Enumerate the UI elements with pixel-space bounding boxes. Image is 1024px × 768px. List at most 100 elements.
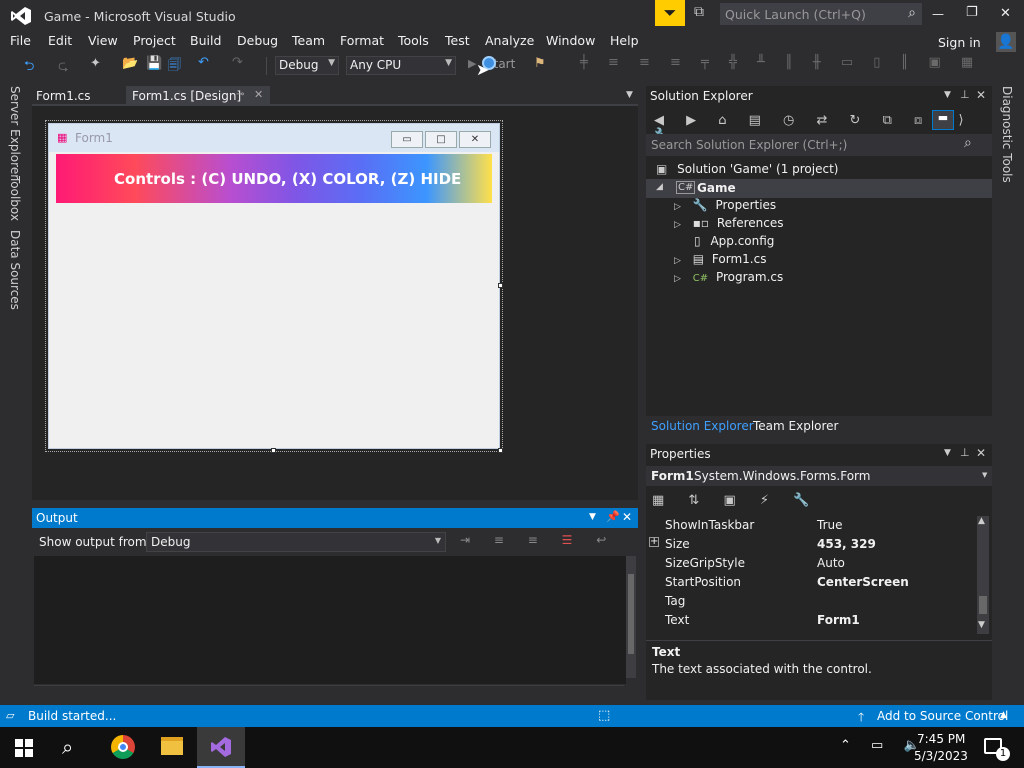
new-project-icon[interactable]: ✦ — [90, 56, 101, 71]
source-control-button[interactable]: Add to Source Control — [877, 709, 1008, 723]
menu-edit[interactable]: Edit — [48, 33, 72, 48]
pin-icon[interactable]: ⊸ — [236, 89, 244, 100]
redo-icon[interactable]: ↷ — [232, 55, 243, 70]
start-button[interactable]: ▶ Start — [464, 56, 524, 75]
controls-banner-label[interactable]: Controls : (C) UNDO, (X) COLOR, (Z) HIDE — [56, 154, 492, 203]
minimize-button[interactable]: — — [932, 7, 944, 21]
property-value[interactable]: Form1 — [817, 613, 860, 627]
menu-help[interactable]: Help — [610, 33, 639, 48]
menu-format[interactable]: Format — [340, 33, 384, 48]
windows-start-icon[interactable] — [15, 739, 33, 757]
taskbar-date[interactable]: 5/3/2023 — [914, 749, 968, 763]
undo-icon[interactable]: ↶ — [198, 55, 209, 70]
output-pin-icon[interactable]: 📌 — [606, 510, 620, 523]
menu-analyze[interactable]: Analyze — [485, 33, 534, 48]
tab-team-explorer[interactable]: Team Explorer — [753, 419, 839, 433]
expand-triangle-icon[interactable]: ▷ — [674, 220, 681, 230]
tree-item-program-cs[interactable]: ▷ C# Program.cs — [674, 270, 783, 284]
output-close-icon[interactable]: ✕ — [622, 510, 632, 524]
scroll-up-icon[interactable]: ▲ — [978, 516, 985, 526]
scrollbar-thumb[interactable] — [628, 574, 634, 654]
expand-triangle-icon[interactable]: ▷ — [674, 256, 681, 266]
panel-pin-icon[interactable]: ⊥ — [960, 88, 970, 101]
project-node-game[interactable]: ◢ C# Game — [646, 179, 992, 198]
tab-solution-explorer[interactable]: Solution Explorer — [651, 419, 754, 433]
menu-test[interactable]: Test — [445, 33, 470, 48]
panel-close-icon[interactable]: ✕ — [976, 446, 986, 460]
sign-in-link[interactable]: Sign in — [938, 35, 981, 50]
form-preview[interactable]: ▦ Form1 ▭ □ ✕ Controls : (C) UNDO, (X) C… — [48, 123, 500, 449]
chevron-up-icon[interactable]: ▲ — [1000, 710, 1007, 720]
resize-handle-right[interactable] — [498, 283, 503, 288]
resize-handle-bottom[interactable] — [271, 448, 276, 453]
data-sources-tab[interactable]: Data Sources — [8, 230, 22, 310]
collapse-triangle-icon[interactable]: ◢ — [656, 182, 663, 192]
diagnostic-tools-tab[interactable]: Diagnostic Tools — [1000, 86, 1014, 183]
close-button[interactable]: ✕ — [1000, 6, 1011, 21]
server-explorer-tab[interactable]: Server Explorer — [8, 86, 22, 179]
tree-item-references[interactable]: ▷ ▪▫ References — [674, 216, 784, 230]
output-toolbar-icons[interactable]: ⇥ ≡ ≡ ☰ ↩ — [460, 533, 616, 547]
property-value[interactable]: Auto — [817, 556, 845, 570]
tab-form1-design[interactable]: Form1.cs [Design] ⊸ ✕ — [126, 86, 270, 106]
open-file-icon[interactable]: 📂 — [122, 56, 138, 71]
back-icon[interactable]: ⮌ — [24, 57, 34, 79]
save-all-icon[interactable]: 🗐 — [168, 56, 181, 78]
output-vertical-scrollbar[interactable] — [626, 556, 636, 678]
tree-item-form1-cs[interactable]: ▷ ▤ Form1.cs — [674, 252, 766, 266]
close-tab-icon[interactable]: ✕ — [254, 88, 263, 101]
expand-triangle-icon[interactable]: ▷ — [674, 274, 681, 284]
expand-triangle-icon[interactable]: ▷ — [674, 202, 681, 212]
solution-root-node[interactable]: ▣ Solution 'Game' (1 project) — [656, 162, 838, 176]
output-source-select[interactable]: Debug ▼ — [146, 532, 446, 552]
property-row-sizegripstyle[interactable]: SizeGripStyle Auto — [646, 554, 971, 573]
tab-form1-cs[interactable]: Form1.cs — [30, 86, 97, 106]
menu-team[interactable]: Team — [292, 33, 325, 48]
solution-platform-select[interactable]: Any CPU ▼ — [346, 56, 456, 75]
taskbar-time[interactable]: 7:45 PM — [917, 732, 965, 746]
file-explorer-icon[interactable] — [161, 737, 183, 755]
tree-item-app-config[interactable]: ▯ App.config — [694, 234, 774, 248]
toolbox-tab[interactable]: Toolbox — [8, 176, 22, 221]
quick-launch-input[interactable]: Quick Launch (Ctrl+Q) ⌕ — [720, 3, 922, 25]
panel-dropdown-icon[interactable]: ▼ — [944, 90, 951, 100]
resize-handle-corner[interactable] — [498, 448, 503, 453]
menu-file[interactable]: File — [10, 33, 31, 48]
property-row-tag[interactable]: Tag — [646, 592, 971, 611]
notifications-icon[interactable]: ⧉ — [694, 4, 712, 22]
output-horizontal-scrollbar[interactable] — [34, 685, 624, 693]
taskbar-search-icon[interactable]: ⌕ — [62, 735, 73, 759]
output-dropdown-icon[interactable]: ▼ — [589, 512, 596, 522]
solution-config-select[interactable]: Debug ▼ — [275, 56, 339, 75]
attach-icon[interactable]: ⚑ — [534, 56, 546, 71]
scrollbar-thumb[interactable] — [979, 596, 987, 614]
property-value[interactable]: True — [817, 518, 843, 532]
panel-close-icon[interactable]: ✕ — [976, 88, 986, 102]
menu-project[interactable]: Project — [133, 33, 176, 48]
collapse-all-icon[interactable]: ▬ — [932, 110, 954, 130]
solution-search-input[interactable]: Search Solution Explorer (Ctrl+;) ⌕ — [646, 134, 992, 156]
property-row-showintaskbar[interactable]: ShowInTaskbar True — [646, 516, 971, 535]
chrome-icon[interactable] — [111, 735, 135, 759]
menu-window[interactable]: Window — [546, 33, 595, 48]
account-avatar-icon[interactable]: 👤 — [996, 32, 1016, 52]
property-row-text[interactable]: Text Form1 — [646, 611, 971, 630]
feedback-icon[interactable]: ⏷ — [655, 0, 685, 26]
maximize-button[interactable]: ❐ — [966, 5, 978, 20]
object-selector[interactable]: Form1 System.Windows.Forms.Form ▼ — [646, 466, 992, 486]
save-icon[interactable]: 💾 — [146, 56, 162, 71]
properties-scrollbar[interactable]: ▲ ▼ — [977, 516, 989, 634]
properties-toolbar-icons[interactable]: ▦ ⇅ ▣ ⚡ 🔧 — [652, 493, 819, 508]
tab-overflow-icon[interactable]: ▼ — [626, 90, 633, 100]
forward-icon[interactable]: ⮎ — [58, 57, 68, 79]
property-value[interactable]: 453, 329 — [817, 537, 876, 551]
menu-tools[interactable]: Tools — [398, 33, 429, 48]
menu-build[interactable]: Build — [190, 33, 221, 48]
output-text-area[interactable] — [34, 556, 626, 684]
tree-item-properties[interactable]: ▷ 🔧 Properties — [674, 198, 776, 212]
panel-pin-icon[interactable]: ⊥ — [960, 446, 970, 459]
menu-debug[interactable]: Debug — [237, 33, 278, 48]
menu-view[interactable]: View — [88, 33, 118, 48]
property-value[interactable]: CenterScreen — [817, 575, 909, 589]
panel-dropdown-icon[interactable]: ▼ — [944, 448, 951, 458]
